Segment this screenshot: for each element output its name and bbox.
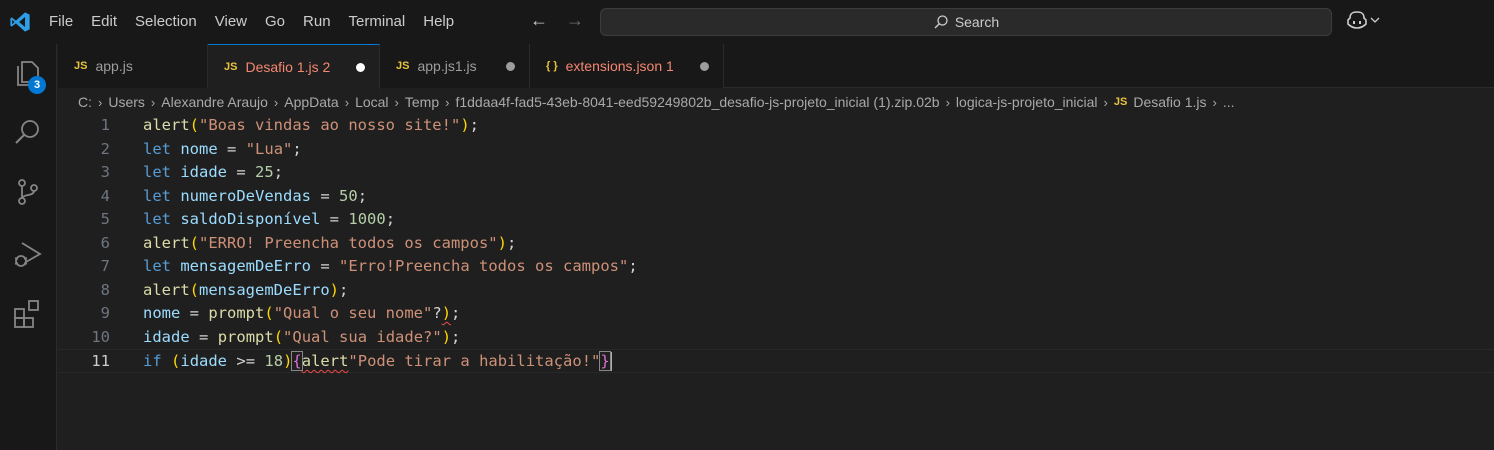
menu-bar: File Edit Selection View Go Run Terminal… [40,0,463,44]
text-cursor [609,352,612,371]
chevron-right-icon: › [945,94,950,110]
chevron-right-icon: › [445,94,450,110]
code-line[interactable]: 3 let idade = 25; [58,161,1494,185]
breadcrumb-item[interactable]: logica-js-projeto_inicial [956,94,1098,110]
line-number: 2 [100,139,110,158]
chevron-right-icon: › [344,94,350,110]
unsaved-dot-icon[interactable] [506,62,515,71]
tab-label: extensions.json 1 [565,58,674,74]
chevron-right-icon: › [1103,94,1108,110]
code-text[interactable]: alert("Boas vindas ao nosso site!"); [143,114,479,138]
search-icon [934,15,948,29]
tab-extensions-json[interactable]: { } extensions.json 1 [530,44,724,88]
code-line[interactable]: 4 let numeroDeVendas = 50; [58,185,1494,209]
line-number: 8 [100,280,110,299]
unsaved-dot-icon[interactable] [356,63,365,72]
run-debug-icon[interactable] [12,238,44,270]
menu-help[interactable]: Help [414,8,463,36]
code-text[interactable]: nome = prompt("Qual o seu nome"?); [143,302,460,326]
javascript-file-icon: JS [396,60,410,72]
explorer-badge: 3 [28,76,46,94]
menu-run[interactable]: Run [294,8,340,36]
tab-app-js[interactable]: JS app.js [58,44,208,88]
menu-terminal[interactable]: Terminal [340,8,415,36]
command-center-search[interactable]: Search [600,8,1332,36]
code-text[interactable]: alert(mensagemDeErro); [143,279,348,303]
breadcrumb-item[interactable]: AppData [284,94,338,110]
search-label: Search [954,14,1000,30]
code-text[interactable]: let nome = "Lua"; [143,138,302,162]
line-number: 1 [100,116,110,134]
line-number: 6 [100,233,110,252]
navigation-controls: ← → [528,10,586,31]
breadcrumb-item[interactable]: Users [108,94,145,110]
tab-app-js1-js[interactable]: JS app.js1.js [380,44,530,88]
breadcrumb-item[interactable]: f1ddaa4f-fad5-43eb-8041-eed59249802b_des… [455,94,939,110]
breadcrumb-item[interactable]: C: [78,94,92,110]
code-text[interactable]: let numeroDeVendas = 50; [143,185,367,209]
vscode-logo-icon [0,0,40,44]
menu-file[interactable]: File [40,8,82,36]
code-text[interactable]: let idade = 25; [143,161,283,185]
go-back-icon[interactable]: ← [528,10,550,31]
breadcrumb-item[interactable]: Temp [405,94,439,110]
tab-label: app.js [95,58,133,74]
code-line[interactable]: 9 nome = prompt("Qual o seu nome"?); [58,302,1494,326]
unsaved-dot-icon[interactable] [700,62,709,71]
json-file-icon: { } [546,60,558,72]
menu-go[interactable]: Go [256,8,294,36]
code-line[interactable]: 8 alert(mensagemDeErro); [58,279,1494,303]
chevron-right-icon: › [394,94,399,110]
editor-tab-bar: JS app.js JS Desafio 1.js 2 JS app.js1.j… [58,44,1494,89]
search-icon[interactable] [12,116,44,148]
go-forward-icon[interactable]: → [564,10,586,31]
chevron-right-icon: › [1212,94,1217,110]
javascript-file-icon: JS [224,61,238,73]
code-line[interactable]: 1 alert("Boas vindas ao nosso site!"); [58,114,1494,138]
copilot-menu[interactable] [1346,10,1380,30]
source-control-icon[interactable] [12,176,44,208]
title-bar: File Edit Selection View Go Run Terminal… [0,0,1494,44]
code-line-current[interactable]: 11 if (idade >= 18){alert"Pode tirar a ha… [58,349,1494,373]
line-number: 3 [100,163,110,181]
tab-desafio-1-js[interactable]: JS Desafio 1.js 2 [208,44,380,89]
code-text[interactable]: alert("ERRO! Preencha todos os campos"); [143,232,516,256]
code-text[interactable]: let saldoDisponível = 1000; [143,208,395,232]
code-line[interactable]: 2 let nome = "Lua"; [58,138,1494,162]
breadcrumb-item[interactable]: Local [355,94,388,110]
breadcrumb-item[interactable]: Alexandre Araujo [161,94,268,110]
line-number: 5 [100,210,110,228]
line-number: 7 [100,257,110,275]
code-text[interactable]: if (idade >= 18){alert"Pode tirar a habi… [143,350,612,374]
chevron-right-icon: › [98,94,103,110]
chevron-right-icon: › [273,94,279,110]
activity-bar: 3 [0,44,57,450]
breadcrumb: C: › Users › Alexandre Araujo › AppData › Lo… [78,92,1235,112]
code-editor[interactable]: 1 alert("Boas vindas ao nosso site!"); 2 l… [58,114,1494,450]
breadcrumb-more[interactable]: ... [1223,94,1235,110]
tab-label: Desafio 1.js 2 [245,59,331,75]
chevron-down-icon [1370,17,1380,23]
menu-edit[interactable]: Edit [82,8,126,36]
code-text[interactable]: let mensagemDeErro = "Erro!Preencha todo… [143,255,638,279]
chevron-right-icon: › [150,94,156,110]
javascript-file-icon: JS [1113,96,1128,108]
menu-selection[interactable]: Selection [126,8,206,36]
extensions-icon[interactable] [12,298,44,330]
copilot-icon [1347,11,1367,29]
code-line[interactable]: 10 idade = prompt("Qual sua idade?"); [58,326,1494,350]
code-line[interactable]: 7 let mensagemDeErro = "Erro!Preencha tod… [58,255,1494,279]
code-line[interactable]: 5 let saldoDisponível = 1000; [58,208,1494,232]
line-number: 10 [91,327,110,346]
menu-view[interactable]: View [206,8,256,36]
line-number: 4 [100,186,110,205]
javascript-file-icon: JS [74,60,88,72]
code-text[interactable]: idade = prompt("Qual sua idade?"); [143,326,460,350]
breadcrumb-file[interactable]: Desafio 1.js [1133,94,1206,110]
line-number: 11 [91,352,110,370]
code-line[interactable]: 6 alert("ERRO! Preencha todos os campos")… [58,232,1494,256]
line-number: 9 [100,304,110,322]
tab-label: app.js1.js [417,58,477,74]
